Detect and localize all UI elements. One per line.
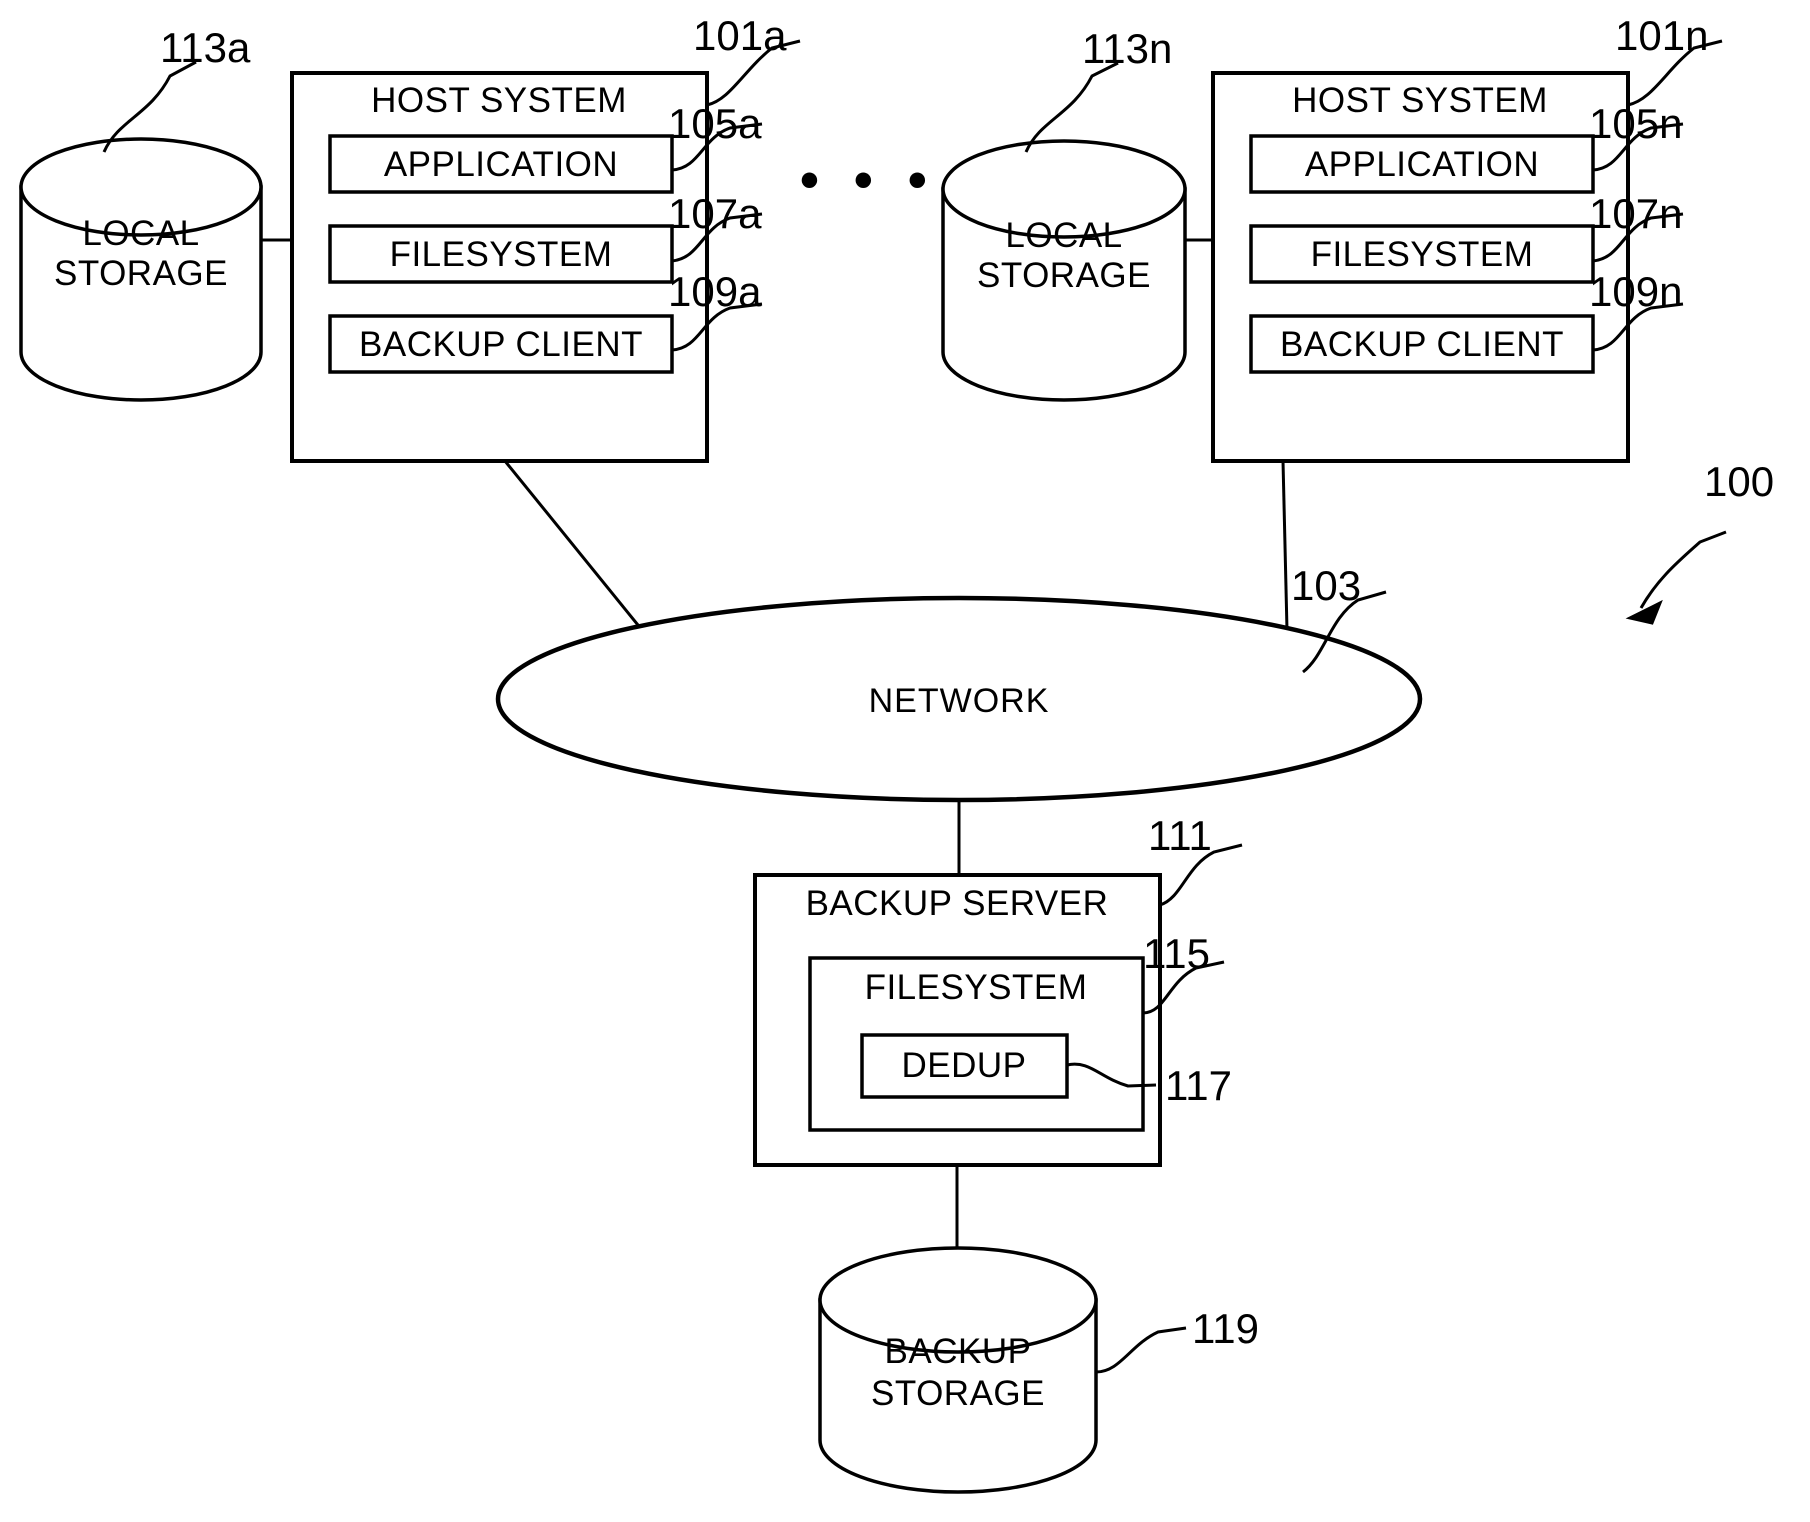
leader-100 [1639, 530, 1727, 609]
ref-107a: 107a [668, 190, 762, 237]
ref-111: 111 [1148, 812, 1212, 859]
host-system-a-title: HOST SYSTEM [371, 81, 627, 120]
ref-117: 117 [1165, 1062, 1232, 1109]
patent-figure-diagram: LOCAL STORAGE 113a HOST SYSTEM APPLICATI… [0, 0, 1810, 1522]
host-system-a: HOST SYSTEM APPLICATION FILESYSTEM BACKU… [290, 71, 709, 463]
module-application-n-label: APPLICATION [1305, 145, 1539, 184]
local-storage-n-label-line1: LOCAL [1005, 216, 1122, 255]
hosts-ellipsis: • • • [800, 150, 937, 210]
ref-105n: 105n [1589, 100, 1682, 147]
ref-109n: 109n [1589, 268, 1682, 315]
backup-storage-label-line2: STORAGE [871, 1374, 1045, 1413]
module-application-a-label: APPLICATION [384, 145, 618, 184]
network-label: NETWORK [869, 682, 1050, 720]
leader-119 [1095, 1326, 1187, 1374]
leader-113n [1024, 61, 1119, 153]
ref-100: 100 [1704, 458, 1774, 505]
backup-server-filesystem-label: FILESYSTEM [865, 968, 1088, 1007]
module-filesystem-a-label: FILESYSTEM [390, 235, 613, 274]
module-backup-client-a-label: BACKUP CLIENT [359, 325, 643, 364]
module-filesystem-n-label: FILESYSTEM [1311, 235, 1534, 274]
local-storage-a: LOCAL STORAGE [19, 137, 263, 402]
local-storage-a-label-line1: LOCAL [82, 214, 199, 253]
backup-server: BACKUP SERVER FILESYSTEM DEDUP [753, 873, 1162, 1167]
ref-113n: 113n [1082, 25, 1172, 72]
diagram-canvas: LOCAL STORAGE 113a HOST SYSTEM APPLICATI… [19, 12, 1774, 1494]
arrowhead-100-icon [1625, 599, 1663, 625]
ref-109a: 109a [668, 268, 762, 315]
ref-115: 115 [1143, 930, 1210, 977]
module-backup-client-n-label: BACKUP CLIENT [1280, 325, 1564, 364]
ref-119: 119 [1192, 1305, 1259, 1352]
backup-storage: BACKUP STORAGE [818, 1246, 1098, 1494]
ref-113a: 113a [160, 24, 251, 71]
ref-103: 103 [1291, 562, 1361, 609]
local-storage-n: LOCAL STORAGE [941, 139, 1187, 402]
local-storage-n-label-line2: STORAGE [977, 256, 1151, 295]
figure-reference-100: 100 [1625, 458, 1774, 625]
connector-host-n-network [1281, 460, 1289, 631]
ref-107n: 107n [1589, 190, 1682, 237]
host-system-n: HOST SYSTEM APPLICATION FILESYSTEM BACKU… [1211, 71, 1630, 463]
host-system-n-title: HOST SYSTEM [1292, 81, 1548, 120]
ref-105a: 105a [668, 100, 762, 147]
ref-101n: 101n [1615, 12, 1708, 59]
ref-101a: 101a [693, 12, 787, 59]
backup-storage-label-line1: BACKUP [885, 1332, 1032, 1371]
local-storage-a-label-line2: STORAGE [54, 254, 228, 293]
backup-server-title: BACKUP SERVER [806, 884, 1109, 923]
backup-server-dedup-label: DEDUP [901, 1046, 1026, 1085]
network-cloud: NETWORK [495, 595, 1423, 803]
connector-host-a-network [503, 460, 644, 631]
